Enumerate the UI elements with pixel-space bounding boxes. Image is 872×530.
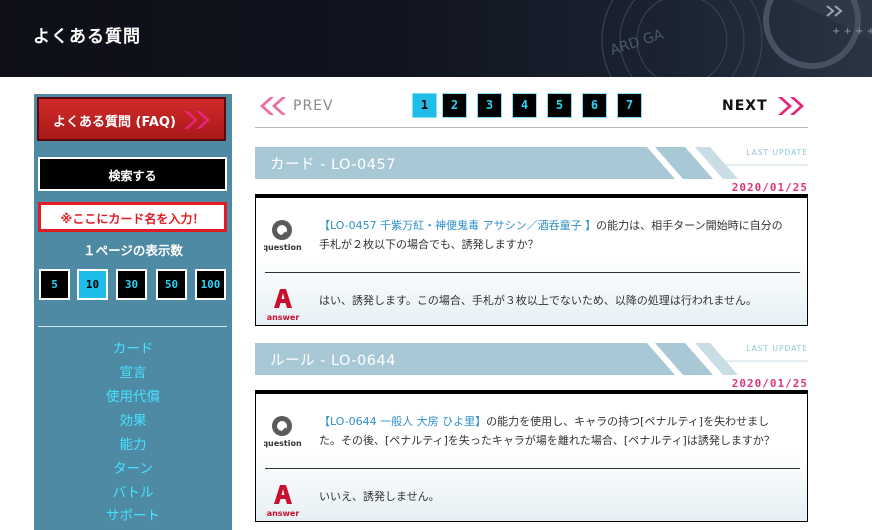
page-button[interactable]: 3: [477, 93, 502, 118]
entry-box: question 【LO-0644 一般人 大房 ひよ里】の能力を使用し、キャラ…: [255, 394, 808, 522]
question-rest: の能力を使用し、キャラの持つ[ペナルティ]を失わせまし: [486, 415, 770, 428]
per-page-option-selected[interactable]: 10: [77, 269, 108, 300]
sidebar-category-effect[interactable]: 効果: [34, 409, 232, 429]
entry-title: カード - LO-0457: [270, 157, 396, 173]
per-page-label: １ページの表示数: [83, 243, 183, 258]
page-title: よくある質問: [33, 27, 141, 47]
question-icon-label: question: [264, 439, 302, 448]
sidebar-category-turn[interactable]: ターン: [34, 457, 232, 477]
per-page-option[interactable]: 30: [116, 269, 147, 300]
double-chevron-right-icon: [184, 111, 210, 129]
per-page-option[interactable]: 50: [156, 269, 187, 300]
card-name-input[interactable]: ※ここにカード名を入力！: [38, 202, 227, 232]
pager-divider: [255, 127, 808, 128]
per-page-option[interactable]: 5: [39, 269, 70, 300]
entry-date: 2020/01/25: [731, 181, 808, 194]
double-chevron-left-icon[interactable]: [256, 95, 288, 117]
qa-separator: [265, 272, 800, 273]
page-button-current[interactable]: 1: [412, 93, 437, 118]
svg-text:+ + + +: + + + +: [832, 26, 872, 37]
answer-icon-label: answer: [267, 313, 300, 322]
entry-title: ルール - LO-0644: [270, 353, 396, 369]
next-link[interactable]: NEXT: [722, 98, 768, 114]
sidebar-category-declare[interactable]: 宣言: [34, 361, 232, 381]
search-button[interactable]: 検索する: [38, 157, 227, 191]
card-link[interactable]: 【LO-0457 千紫万紅・神便鬼毒 アサシン／酒呑童子 】: [319, 219, 596, 232]
faq-entry: カード - LO-0457 LAST UPDATE 2020/01/25 que…: [255, 145, 808, 330]
question-rest: の能力は、相手ターン開始時に自分の: [596, 219, 783, 232]
page-button[interactable]: 5: [547, 93, 572, 118]
sidebar-divider: [38, 326, 227, 327]
sidebar: よくある質問 (FAQ) 検索する ※ここにカード名を入力！ １ページの表示数 …: [34, 94, 232, 530]
answer-text: はい、誘発します。この場合、手札が３枚以上でないため、以降の処理は行われません。: [319, 294, 758, 307]
answer-icon-label: answer: [267, 509, 300, 518]
qa-separator: [265, 468, 800, 469]
prev-link[interactable]: PREV: [293, 98, 334, 114]
last-update-label: LAST UPDATE: [746, 148, 808, 157]
last-update-label: LAST UPDATE: [746, 344, 808, 353]
entry-box: question 【LO-0457 千紫万紅・神便鬼毒 アサシン／酒呑童子 】の…: [255, 198, 808, 326]
question-rest-2: た。その後、[ペナルティ]を失ったキャラが場を離れた場合、[ペナルティ]は誘発し…: [319, 434, 775, 447]
page-button[interactable]: 2: [442, 93, 467, 118]
faq-button[interactable]: よくある質問 (FAQ): [37, 97, 226, 141]
question-text: 【LO-0644 一般人 大房 ひよ里】の能力を使用し、キャラの持つ[ペナルティ…: [319, 412, 799, 450]
sidebar-category-support[interactable]: サポート: [34, 504, 232, 524]
faq-entry: ルール - LO-0644 LAST UPDATE 2020/01/25 que…: [255, 341, 808, 526]
page-header: よくある質問 ARD GA + + + +: [0, 0, 872, 77]
answer-icon: answer: [267, 289, 300, 322]
question-rest-2: 手札が２枚以下の場合でも、誘発しますか？: [319, 238, 539, 251]
page-button[interactable]: 4: [512, 93, 537, 118]
per-page-option[interactable]: 100: [195, 269, 226, 300]
sidebar-category-battle[interactable]: バトル: [34, 481, 232, 501]
question-text: 【LO-0457 千紫万紅・神便鬼毒 アサシン／酒呑童子 】の能力は、相手ターン…: [319, 216, 799, 254]
answer-icon: answer: [267, 485, 300, 518]
sidebar-category-cost[interactable]: 使用代償: [34, 385, 232, 405]
header-decoration: ARD GA + + + +: [601, 0, 872, 77]
svg-text:ARD GA: ARD GA: [608, 26, 666, 58]
card-link[interactable]: 【LO-0644 一般人 大房 ひよ里】: [319, 415, 486, 428]
page-button[interactable]: 6: [582, 93, 607, 118]
question-icon-label: question: [264, 243, 302, 252]
entry-date: 2020/01/25: [731, 377, 808, 390]
question-icon: question: [264, 416, 302, 448]
faq-button-label: よくある質問 (FAQ): [53, 115, 176, 130]
double-chevron-right-icon[interactable]: [776, 95, 808, 117]
sidebar-category-card[interactable]: カード: [34, 337, 232, 357]
answer-text: いいえ、誘発しません。: [319, 490, 440, 503]
page-button[interactable]: 7: [617, 93, 642, 118]
sidebar-category-ability[interactable]: 能力: [34, 433, 232, 453]
question-icon: question: [264, 220, 302, 252]
